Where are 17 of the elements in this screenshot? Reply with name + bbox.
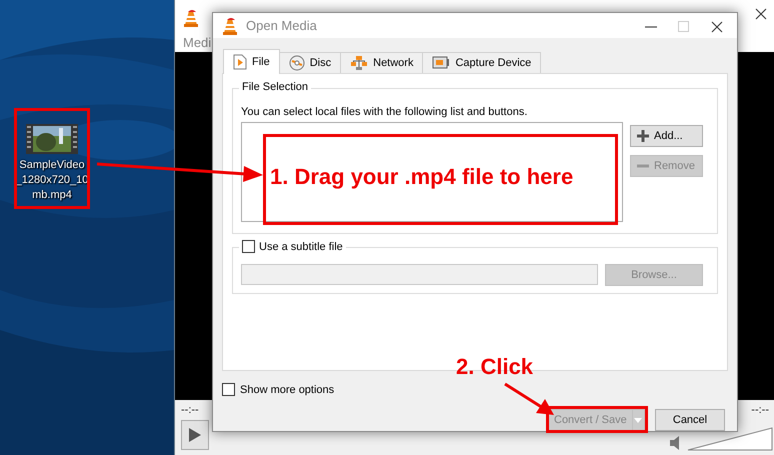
file-name[interactable]: SampleVideo _1280x720_10 mb.mp4 [16, 158, 88, 203]
group-title: File Selection [239, 81, 312, 93]
tab[interactable]: Disc [278, 52, 342, 73]
checkbox-label: Use a subtitle file [259, 240, 343, 252]
menu-item[interactable]: Medi [183, 35, 212, 50]
tab[interactable]: Network [340, 52, 424, 73]
elapsed-time: --:-- [181, 404, 199, 416]
checkbox-label: Show more options [240, 384, 334, 396]
tab[interactable]: Capture Device [422, 52, 542, 73]
add-button[interactable]: Add... [630, 125, 703, 147]
window-title: Open Media [246, 18, 317, 33]
cancel-button[interactable]: Cancel [655, 409, 725, 431]
instruction-text: 2. Click [456, 354, 534, 380]
total-time: --:-- [751, 404, 769, 416]
tab[interactable]: File [223, 49, 280, 74]
instruction-text: 1. Drag your .mp4 file to here [270, 164, 574, 190]
hint-text: You can select local files with the following list and buttons. [241, 106, 528, 118]
